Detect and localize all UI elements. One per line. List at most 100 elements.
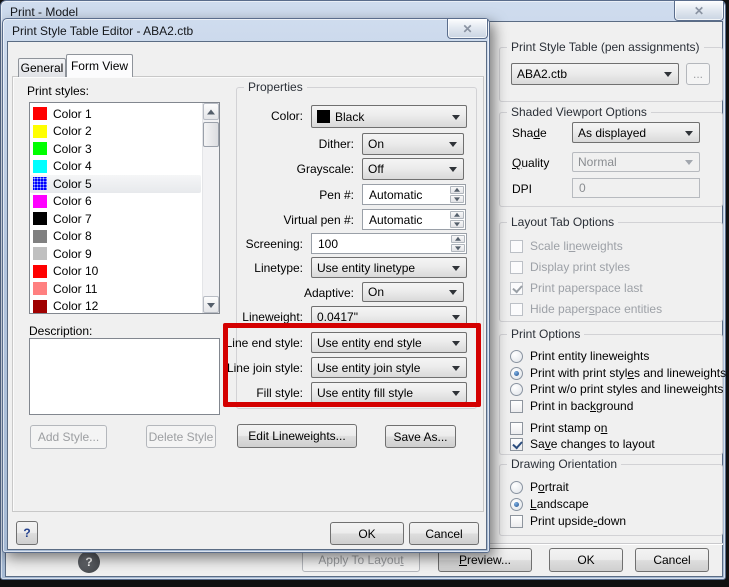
checkbox-print-upside-down[interactable]: Print upside-down (510, 514, 626, 528)
description-label: Description: (29, 324, 92, 338)
print-style-table-editor-window: Print Style Table Editor - ABA2.ctb ✕ Ge… (2, 18, 490, 553)
radio-selected-icon (510, 498, 523, 511)
checkbox-save-changes-to-layout[interactable]: Save changes to layout (510, 437, 655, 451)
add-style-button[interactable]: Add Style... (30, 425, 107, 449)
color-swatch (33, 195, 47, 208)
list-item[interactable]: Color 7 (30, 210, 201, 228)
print-ok-button[interactable]: OK (549, 548, 623, 572)
color-swatch (33, 230, 47, 243)
checkbox-print-stamp-on[interactable]: Print stamp on (510, 421, 607, 435)
quality-select: Normal (572, 152, 700, 172)
fill-style-select[interactable]: Use entity fill style (311, 382, 467, 403)
editor-ok-button[interactable]: OK (330, 522, 404, 545)
spin-down-icon[interactable] (450, 220, 464, 228)
list-item[interactable]: Color 10 (30, 263, 201, 281)
spin-up-icon[interactable] (451, 235, 465, 243)
color-swatch (33, 282, 47, 295)
list-item[interactable]: Color 2 (30, 123, 201, 141)
print-cancel-button[interactable]: Cancel (635, 548, 709, 572)
edit-print-style-table-button[interactable]: ... (686, 63, 710, 85)
properties-legend: Properties (244, 80, 307, 94)
form-view-tabpage: Print styles: Color 1 Color 2 Color 3 Co… (12, 76, 484, 512)
screening-stepper[interactable]: 100 (311, 233, 467, 254)
scrollbar[interactable] (202, 103, 219, 313)
print-styles-list[interactable]: Color 1 Color 2 Color 3 Color 4 Color 5 … (29, 102, 220, 314)
color-swatch (317, 110, 330, 123)
checkbox-icon (510, 261, 523, 274)
radio-landscape[interactable]: Landscape (510, 497, 589, 511)
scroll-down-icon[interactable] (203, 296, 219, 313)
list-item-selected[interactable]: Color 5 (30, 175, 201, 193)
scrollbar-thumb[interactable] (203, 122, 219, 147)
line-end-style-select[interactable]: Use entity end style (311, 332, 467, 353)
adaptive-label: Adaptive: (304, 286, 354, 300)
color-swatch (33, 212, 47, 225)
lineweight-label: Lineweight: (242, 310, 303, 324)
virtual-pen-label: Virtual pen #: (284, 213, 355, 227)
checkbox-checked-icon (510, 282, 523, 295)
line-join-style-select[interactable]: Use entity join style (311, 357, 467, 378)
radio-print-with-print-styles[interactable]: Print with print styles and lineweights (510, 366, 726, 380)
checkbox-icon (510, 515, 523, 528)
layout-tab-legend: Layout Tab Options (507, 215, 618, 229)
color-swatch (33, 300, 47, 313)
list-item[interactable]: Color 3 (30, 140, 201, 158)
color-swatch (33, 125, 47, 138)
delete-style-button[interactable]: Delete Style (146, 425, 216, 448)
list-item[interactable]: Color 8 (30, 228, 201, 246)
print-options-legend: Print Options (507, 327, 584, 341)
list-item[interactable]: Color 6 (30, 193, 201, 211)
editor-client: General Form View Print styles: Color 1 … (7, 41, 487, 550)
help-icon[interactable]: ? (78, 551, 100, 573)
editor-close-icon[interactable]: ✕ (447, 19, 488, 39)
dither-select[interactable]: On (362, 133, 464, 155)
editor-help-button[interactable]: ? (16, 521, 38, 545)
save-as-button[interactable]: Save As... (385, 425, 456, 448)
spin-up-icon[interactable] (450, 186, 464, 194)
linetype-select[interactable]: Use entity linetype (311, 257, 467, 278)
pen-number-stepper[interactable]: Automatic (362, 184, 466, 205)
adaptive-select[interactable]: On (362, 282, 464, 302)
radio-icon (510, 481, 523, 494)
spin-up-icon[interactable] (450, 211, 464, 219)
radio-portrait[interactable]: Portrait (510, 480, 569, 494)
grayscale-label: Grayscale: (297, 162, 354, 176)
virtual-pen-stepper[interactable]: Automatic (362, 209, 466, 230)
color-select[interactable]: Black (311, 105, 467, 128)
screen: Print - Model ✕ Print Style Table (pen a… (0, 0, 729, 587)
spin-down-icon[interactable] (451, 244, 465, 252)
dpi-label: DPI (512, 182, 532, 196)
radio-print-entity-lineweights[interactable]: Print entity lineweights (510, 349, 649, 363)
list-item[interactable]: Color 9 (30, 245, 201, 263)
shade-select[interactable]: As displayed (572, 122, 700, 143)
fill-style-label: Fill style: (256, 386, 303, 400)
radio-print-without-print-styles[interactable]: Print w/o print styles and lineweights (510, 382, 723, 396)
screening-label: Screening: (246, 237, 303, 251)
color-swatch (33, 265, 47, 278)
print-style-table-select[interactable]: ABA2.ctb (511, 63, 679, 85)
list-item[interactable]: Color 1 (30, 105, 201, 123)
checkbox-print-paperspace-last: Print paperspace last (510, 281, 643, 295)
spin-down-icon[interactable] (450, 195, 464, 203)
lineweight-select[interactable]: 0.0417" (311, 306, 467, 327)
color-swatch (33, 142, 47, 155)
close-icon[interactable]: ✕ (674, 1, 724, 21)
list-item[interactable]: Color 4 (30, 158, 201, 176)
list-item[interactable]: Color 12 (30, 298, 201, 315)
list-item[interactable]: Color 11 (30, 280, 201, 298)
edit-lineweights-button[interactable]: Edit Lineweights... (237, 424, 357, 448)
editor-cancel-button[interactable]: Cancel (409, 522, 479, 545)
checkbox-print-in-background[interactable]: Print in background (510, 399, 633, 413)
tab-general[interactable]: General (18, 58, 66, 77)
scroll-up-icon[interactable] (203, 103, 219, 120)
linetype-label: Linetype: (254, 261, 303, 275)
tab-form-view[interactable]: Form View (66, 54, 133, 77)
color-swatch (33, 160, 47, 173)
checkbox-checked-icon (510, 438, 523, 451)
pen-assignments-legend: Print Style Table (pen assignments) (507, 40, 704, 54)
dpi-input: 0 (572, 178, 700, 198)
shade-label: Shade (512, 126, 547, 140)
grayscale-select[interactable]: Off (362, 158, 464, 180)
print-model-title: Print - Model (10, 5, 78, 19)
description-input[interactable] (29, 338, 220, 415)
